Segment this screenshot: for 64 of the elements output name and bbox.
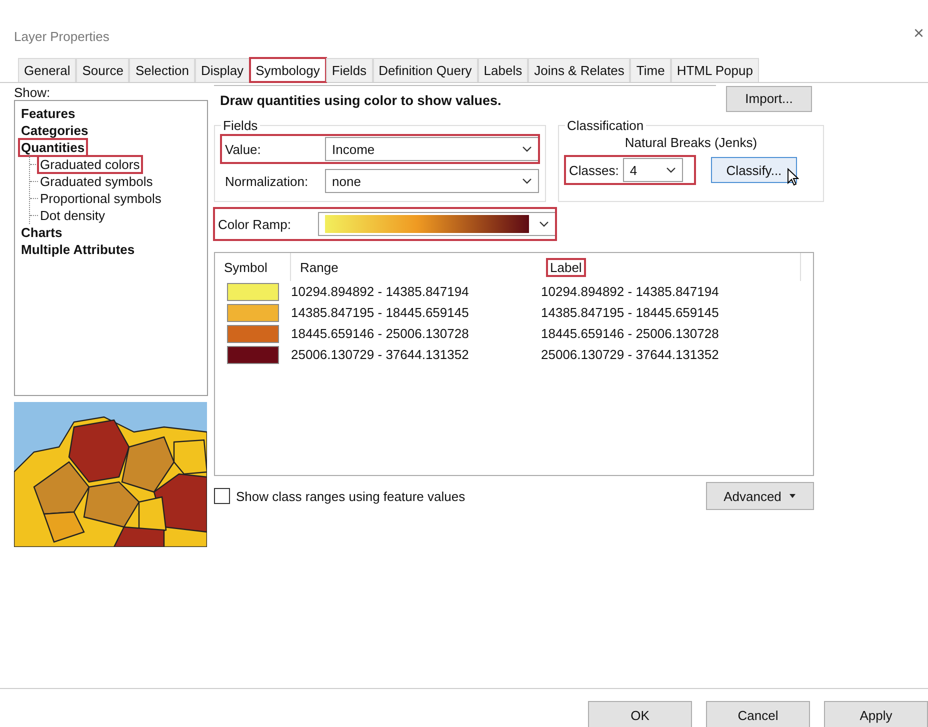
field-label: Value: [224, 142, 262, 156]
column-header[interactable]: Symbol [221, 258, 270, 276]
field-label: Color Ramp: [217, 216, 292, 232]
dialog-button[interactable]: Apply [824, 701, 928, 727]
group-title: Classification [566, 118, 645, 133]
classify-button[interactable]: Classify... [711, 157, 797, 183]
description-text: Draw quantities using color to show values. [214, 85, 716, 112]
color-swatch[interactable] [227, 282, 279, 300]
dialog-button[interactable]: OK [588, 701, 692, 727]
table-cell-text: 10294.894892 - 14385.847194 [541, 284, 720, 299]
chevron-icon [522, 146, 532, 152]
chevron-icon [666, 167, 676, 173]
color-ramp-dropdown[interactable] [318, 212, 556, 236]
table-cell-text: 18445.659146 - 25006.130728 [291, 326, 470, 341]
import-button[interactable]: Import... [726, 86, 812, 112]
tab[interactable]: HTML Popup [670, 58, 759, 82]
color-swatch[interactable] [227, 304, 279, 322]
tree-item[interactable]: Features [19, 105, 78, 122]
window-title: Layer Properties [14, 29, 110, 44]
chevron-icon [522, 178, 532, 184]
tree-item[interactable]: Multiple Attributes [19, 241, 137, 258]
tab[interactable]: Display [194, 58, 250, 82]
tab[interactable]: General [18, 58, 76, 82]
table-cell-text: 25006.130729 - 37644.131352 [291, 347, 470, 362]
method-text: Natural Breaks (Jenks) [624, 135, 758, 150]
tab[interactable]: Labels [478, 58, 528, 82]
tab[interactable]: Time [630, 58, 671, 82]
caret-icon [789, 494, 796, 498]
table-cell-text: 10294.894892 - 14385.847194 [291, 284, 470, 299]
column-header[interactable]: Range [297, 258, 342, 276]
dropdown[interactable]: 4 [622, 158, 683, 182]
chevron-icon [539, 221, 549, 227]
tab[interactable]: Source [76, 58, 130, 82]
table-cell-text: 18445.659146 - 25006.130728 [541, 326, 720, 341]
tab[interactable]: Fields [326, 58, 373, 82]
color-swatch[interactable] [227, 324, 279, 342]
table-cell-text: 14385.847195 - 18445.659145 [291, 305, 470, 320]
advanced-button[interactable]: Advanced [706, 482, 814, 510]
tree-item[interactable]: Categories [19, 122, 90, 139]
checkbox-label: Show class ranges using feature values [236, 488, 466, 504]
tree-item[interactable]: Graduated symbols [38, 173, 155, 190]
table-cell-text: 14385.847195 - 18445.659145 [541, 305, 720, 320]
tab[interactable]: Selection [129, 58, 195, 82]
dialog-button[interactable]: Cancel [706, 701, 810, 727]
dropdown[interactable]: none [325, 169, 539, 193]
tab[interactable]: Definition Query [372, 58, 478, 82]
checkbox[interactable] [214, 488, 230, 504]
tree-item[interactable]: Dot density [38, 207, 108, 224]
tab[interactable]: Joins & Relates [528, 58, 630, 82]
close-button[interactable]: × [909, 23, 928, 44]
tree-item[interactable]: Quantities [19, 139, 87, 156]
table-cell-text: 25006.130729 - 37644.131352 [541, 347, 720, 362]
tree-item[interactable]: Graduated colors [38, 156, 142, 173]
show-label: Show: [14, 85, 52, 100]
tab[interactable]: Symbology [250, 58, 326, 82]
tree-item[interactable]: Charts [19, 224, 64, 241]
cursor-icon [787, 168, 799, 186]
dropdown[interactable]: Income [325, 137, 539, 161]
group-title: Fields [222, 118, 259, 133]
field-label: Normalization: [224, 174, 310, 188]
tree-item[interactable]: Proportional symbols [38, 190, 164, 207]
column-header[interactable]: Label [547, 258, 585, 276]
color-swatch[interactable] [227, 346, 279, 364]
field-label: Classes: [568, 162, 620, 178]
